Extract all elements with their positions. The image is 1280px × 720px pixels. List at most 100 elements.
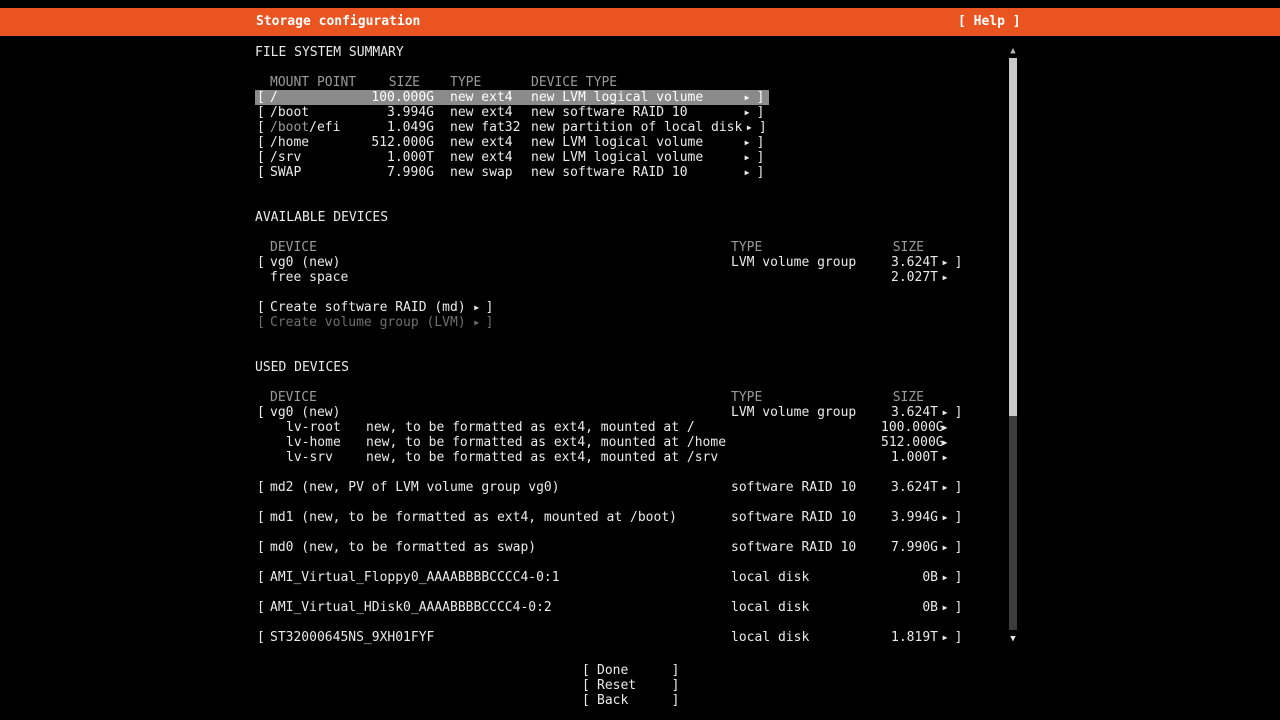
bracket	[669, 663, 682, 678]
device-type: new LVM logical volume	[531, 150, 740, 165]
mount-label: /home	[270, 135, 309, 150]
fs-row-home[interactable]: /home 512.000G new ext4 new LVM logical …	[255, 135, 769, 150]
used-row-vg0[interactable]: vg0 (new) LVM volume group 3.624T ▶	[255, 405, 967, 420]
fs-row-root[interactable]: / 100.000G new ext4 new LVM logical volu…	[255, 90, 769, 105]
size-value: 3.624T	[881, 255, 938, 270]
size-value: 3.994G	[881, 510, 938, 525]
device-name: vg0 (new)	[270, 255, 731, 270]
help-button[interactable]: [ Help ]	[958, 14, 1021, 29]
scrollbar-track[interactable]	[1009, 58, 1017, 630]
size-value: 1.000T	[358, 150, 434, 165]
size-value: 7.990G	[358, 165, 434, 180]
bracket	[754, 165, 767, 180]
used-row-lv-srv[interactable]: lv-srv new, to be formatted as ext4, mou…	[255, 450, 967, 465]
page-title: Storage configuration	[256, 14, 420, 29]
bracket	[952, 630, 965, 645]
size-value: 100.000G	[358, 90, 434, 105]
bracket	[754, 150, 767, 165]
expand-arrow-icon: ▶	[470, 300, 484, 315]
device-type: new partition of local disk	[531, 120, 742, 135]
scroll-up-icon[interactable]: ▲	[1006, 45, 1020, 57]
fs-row-swap[interactable]: SWAP 7.990G new swap new software RAID 1…	[255, 165, 769, 180]
device-type: LVM volume group	[731, 405, 881, 420]
scrollbar[interactable]: ▲ ▼	[1006, 45, 1020, 645]
size-value: 3.624T	[881, 405, 938, 420]
create-software-raid-button[interactable]: Create software RAID (md) ▶	[255, 300, 967, 315]
device-name: md0 (new, to be formatted as swap)	[270, 540, 731, 555]
used-row-md1[interactable]: md1 (new, to be formatted as ext4, mount…	[255, 510, 967, 525]
used-devices-section: USED DEVICES DEVICE TYPE SIZE vg0 (new) …	[255, 360, 967, 645]
mount-point: /home	[270, 135, 358, 150]
bracket	[754, 90, 767, 105]
bracket	[952, 540, 965, 555]
available-row-vg0[interactable]: vg0 (new) LVM volume group 3.624T ▶	[255, 255, 967, 270]
button-label: Done	[595, 663, 669, 678]
bracket	[486, 300, 494, 315]
size-value: 0B	[881, 570, 938, 585]
used-row-virtual-floppy[interactable]: AMI_Virtual_Floppy0_AAAABBBBCCCC4-0:1 lo…	[255, 570, 967, 585]
fs-row-srv[interactable]: /srv 1.000T new ext4 new LVM logical vol…	[255, 150, 769, 165]
used-row-virtual-hdisk[interactable]: AMI_Virtual_HDisk0_AAAABBBBCCCC4-0:2 loc…	[255, 600, 967, 615]
fs-type: new swap	[450, 165, 531, 180]
available-row-free-space[interactable]: free space 2.027T ▶	[255, 270, 967, 285]
device-type: local disk	[731, 570, 881, 585]
mount-point: /boot	[270, 105, 358, 120]
lv-description: new, to be formatted as ext4, mounted at…	[366, 435, 881, 450]
fs-table-header: MOUNT POINT SIZE TYPE DEVICE TYPE	[255, 75, 769, 90]
action-label: Create software RAID (md)	[270, 300, 466, 315]
bracket	[257, 105, 270, 120]
bracket	[582, 678, 595, 693]
available-table-header: DEVICE TYPE SIZE	[255, 240, 967, 255]
mount-point: SWAP	[270, 165, 358, 180]
device-type: new LVM logical volume	[531, 90, 740, 105]
column-header-size: SIZE	[358, 75, 434, 90]
size-value: 2.027T	[881, 270, 938, 285]
scroll-down-icon[interactable]: ▼	[1006, 632, 1020, 647]
used-row-lv-home[interactable]: lv-home new, to be formatted as ext4, mo…	[255, 435, 967, 450]
size-value: 3.994G	[358, 105, 434, 120]
lv-name: lv-srv	[286, 450, 366, 465]
device-type: new software RAID 10	[531, 105, 740, 120]
expand-arrow-icon: ▶	[938, 255, 952, 270]
bracket	[669, 693, 682, 708]
used-row-lv-root[interactable]: lv-root new, to be formatted as ext4, mo…	[255, 420, 967, 435]
expand-arrow-icon: ▶	[938, 270, 952, 285]
fs-row-boot[interactable]: /boot 3.994G new ext4 new software RAID …	[255, 105, 769, 120]
expand-arrow-icon: ▶	[938, 600, 952, 615]
size-value: 1.049G	[358, 120, 434, 135]
scrollbar-thumb[interactable]	[1009, 58, 1017, 416]
mount-point: /srv	[270, 150, 358, 165]
used-row-st32000645ns[interactable]: ST32000645NS_9XH01FYF local disk 1.819T …	[255, 630, 967, 645]
expand-arrow-icon: ▶	[938, 510, 952, 525]
device-type: local disk	[731, 600, 881, 615]
bracket	[952, 405, 965, 420]
bracket	[257, 510, 270, 525]
bracket	[952, 570, 965, 585]
bracket	[257, 90, 270, 105]
bracket	[257, 480, 270, 495]
action-label: Create volume group (LVM)	[270, 315, 466, 330]
bracket	[257, 255, 270, 270]
expand-arrow-icon: ▶	[938, 630, 952, 645]
device-type: new software RAID 10	[531, 165, 740, 180]
device-name: vg0 (new)	[270, 405, 731, 420]
bracket	[257, 630, 270, 645]
used-table-header: DEVICE TYPE SIZE	[255, 390, 967, 405]
mount-label: /	[270, 90, 278, 105]
title-bar: Storage configuration [ Help ]	[0, 8, 1280, 36]
reset-button[interactable]: Reset	[580, 678, 684, 693]
back-button[interactable]: Back	[580, 693, 684, 708]
bracket	[756, 120, 769, 135]
used-row-md2[interactable]: md2 (new, PV of LVM volume group vg0) so…	[255, 480, 967, 495]
fs-row-boot-efi[interactable]: /boot/efi 1.049G new fat32 new partition…	[255, 120, 769, 135]
size-value: 100.000G	[881, 420, 938, 435]
done-button[interactable]: Done	[580, 663, 684, 678]
device-name: AMI_Virtual_Floppy0_AAAABBBBCCCC4-0:1	[270, 570, 731, 585]
bracket	[669, 678, 682, 693]
expand-arrow-icon: ▶	[938, 540, 952, 555]
fs-type: new ext4	[450, 90, 531, 105]
mount-label: /srv	[270, 150, 301, 165]
fs-type: new fat32	[450, 120, 531, 135]
used-row-md0[interactable]: md0 (new, to be formatted as swap) softw…	[255, 540, 967, 555]
lv-name: lv-root	[286, 420, 366, 435]
